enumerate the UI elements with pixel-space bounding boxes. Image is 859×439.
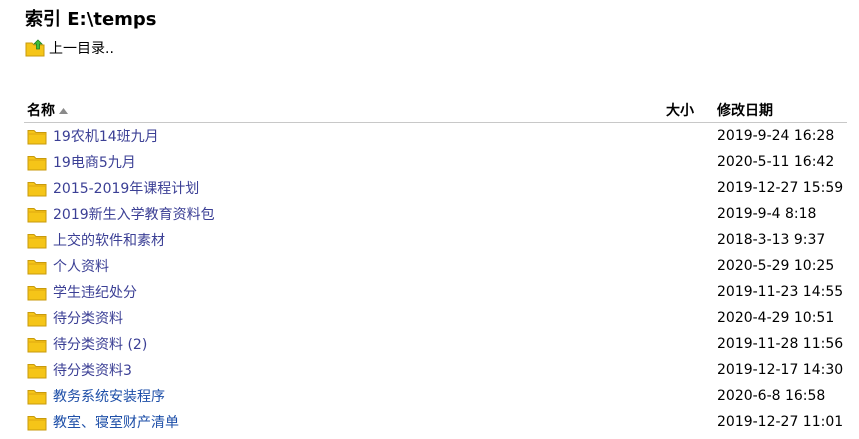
cell-name: 待分类资料 (2) [24,331,614,357]
cell-modified: 2020-6-8 16:58 [717,388,826,404]
cell-modified: 2019-12-17 14:30 [717,362,844,378]
table-row: 2019新生入学教育资料包 2019-9-4 8:18 [24,201,847,227]
cell-name: 19农机14班九月 [24,123,614,150]
folder-link[interactable]: 19农机14班九月 [53,126,159,146]
folder-icon [27,415,47,430]
cell-name: 待分类资料 [24,305,614,331]
table-row: 教务系统安装程序 2020-6-8 16:58 [24,383,847,409]
folder-link[interactable]: 19电商5九月 [53,152,136,172]
page-title: 索引 E:\temps [25,9,157,30]
folder-icon [27,233,47,248]
folder-icon [27,259,47,274]
cell-size [614,357,714,383]
cell-name: 2015-2019年课程计划 [24,175,614,201]
column-header-name-label: 名称 [27,103,55,119]
cell-name: 19电商5九月 [24,149,614,175]
cell-name: 个人资料 [24,253,614,279]
parent-directory-link[interactable]: 上一目录.. [25,38,114,58]
cell-modified: 2020-4-29 10:51 [717,310,835,326]
table-row: 待分类资料 (2) 2019-11-28 11:56 [24,331,847,357]
cell-size [614,149,714,175]
table-row: 学生违纪处分 2019-11-23 14:55 [24,279,847,305]
table-row: 2015-2019年课程计划 2019-12-27 15:59 [24,175,847,201]
parent-directory-label: 上一目录.. [49,41,114,57]
cell-name: 上交的软件和素材 [24,227,614,253]
cell-size [614,409,714,435]
cell-size [614,305,714,331]
cell-modified: 2019-12-27 11:01 [717,414,844,430]
file-listing-table: 名称 大小 修改日期 19农机14班九月 2019-9-24 16:28 19电… [24,98,847,435]
cell-size [614,253,714,279]
folder-icon [27,181,47,196]
folder-up-icon [25,39,45,57]
folder-icon [27,129,47,144]
cell-name: 待分类资料3 [24,357,614,383]
folder-link[interactable]: 上交的软件和素材 [53,230,165,250]
cell-modified: 2019-12-27 15:59 [717,180,844,196]
column-header-size[interactable]: 大小 [614,98,714,123]
folder-icon [27,337,47,352]
cell-modified: 2020-5-11 16:42 [717,154,835,170]
folder-link[interactable]: 学生违纪处分 [53,282,137,302]
cell-size [614,331,714,357]
folder-link[interactable]: 待分类资料 [53,308,123,328]
table-row: 个人资料 2020-5-29 10:25 [24,253,847,279]
cell-modified: 2018-3-13 9:37 [717,232,826,248]
cell-name: 学生违纪处分 [24,279,614,305]
column-header-name[interactable]: 名称 [24,98,614,123]
folder-icon [27,363,47,378]
table-row: 19农机14班九月 2019-9-24 16:28 [24,123,847,150]
folder-icon [27,389,47,404]
cell-modified: 2019-11-28 11:56 [717,336,844,352]
folder-icon [27,285,47,300]
table-row: 教室、寝室财产清单 2019-12-27 11:01 [24,409,847,435]
cell-name: 教务系统安装程序 [24,383,614,409]
cell-modified: 2019-11-23 14:55 [717,284,844,300]
column-header-size-label: 大小 [666,103,694,119]
folder-link[interactable]: 教务系统安装程序 [53,386,165,406]
cell-size [614,383,714,409]
folder-link[interactable]: 个人资料 [53,256,109,276]
folder-icon [27,155,47,170]
table-row: 待分类资料 2020-4-29 10:51 [24,305,847,331]
folder-link[interactable]: 待分类资料3 [53,360,132,380]
folder-icon [27,207,47,222]
folder-link[interactable]: 教室、寝室财产清单 [53,412,179,432]
cell-size [614,123,714,150]
cell-modified: 2020-5-29 10:25 [717,258,835,274]
column-header-modified-label: 修改日期 [717,103,773,119]
table-row: 19电商5九月 2020-5-11 16:42 [24,149,847,175]
sort-ascending-icon [59,108,68,114]
cell-name: 教室、寝室财产清单 [24,409,614,435]
cell-name: 2019新生入学教育资料包 [24,201,614,227]
file-list: 19农机14班九月 2019-9-24 16:28 19电商5九月 2020-5… [24,123,847,436]
folder-link[interactable]: 2015-2019年课程计划 [53,178,199,198]
column-header-modified[interactable]: 修改日期 [714,98,847,123]
folder-icon [27,311,47,326]
cell-modified: 2019-9-24 16:28 [717,128,835,144]
folder-link[interactable]: 2019新生入学教育资料包 [53,204,215,224]
cell-size [614,227,714,253]
table-row: 待分类资料3 2019-12-17 14:30 [24,357,847,383]
cell-size [614,201,714,227]
table-header-row: 名称 大小 修改日期 [24,98,847,123]
cell-size [614,279,714,305]
folder-link[interactable]: 待分类资料 (2) [53,334,147,354]
cell-size [614,175,714,201]
cell-modified: 2019-9-4 8:18 [717,206,817,222]
table-row: 上交的软件和素材 2018-3-13 9:37 [24,227,847,253]
